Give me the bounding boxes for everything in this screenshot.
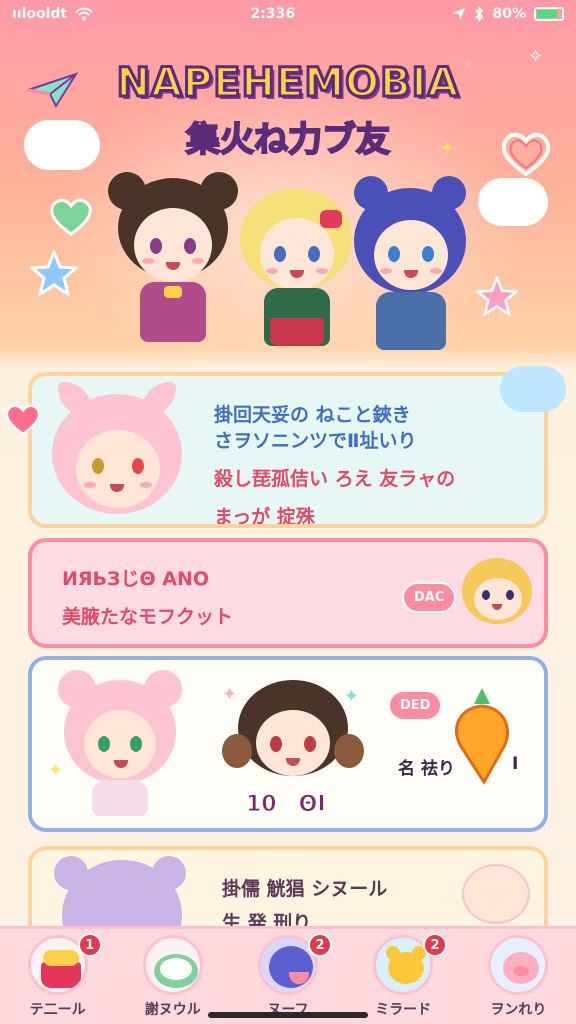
chibi-girl-pink-buns	[58, 670, 188, 820]
chibi-character-blonde	[236, 188, 356, 358]
nav-item-4[interactable]: 2 ミラード	[353, 933, 453, 1024]
hero-banner: ✦ ✦ ✧ NAPEHEMOBIA 集火ね力ブ友	[0, 28, 576, 388]
card-1-line-2: さヲソニンツでⅡ址いり	[214, 430, 417, 452]
card-3-score: 10ヮΘΙ	[246, 792, 327, 818]
chibi-girl-brown-center	[222, 680, 364, 790]
wifi-icon	[75, 7, 93, 21]
heart-pink-icon	[5, 404, 41, 436]
chibi-character-blue	[350, 176, 470, 360]
nav-badge-1: 1	[77, 933, 102, 957]
card-3-speech-bubble: DED	[388, 690, 443, 721]
nav-item-2[interactable]: 謝ヌウル	[123, 935, 223, 1024]
nav-label-1: テ二ール	[29, 1002, 86, 1018]
battery-percent: 80%	[492, 6, 526, 22]
content-card-2[interactable]: ИЯЬЗじΘ ΑΝΟ 美腋たなモフクット DΑC	[28, 538, 548, 648]
card-4-line-1: 掛儒 觥猖 シヌール	[222, 878, 388, 900]
card-3-side-mark: I	[512, 754, 519, 774]
nav-item-1[interactable]: 1 テ二ール	[8, 933, 108, 1024]
card-2-text: ИЯЬЗじΘ ΑΝΟ 美腋たなモフクット	[62, 562, 233, 634]
location-icon	[453, 8, 466, 20]
smiling-cloud-right	[478, 178, 548, 226]
nav-label-5: ヲンれり	[490, 1002, 547, 1018]
bottom-nav: 1 テ二ール 謝ヌウル 2 ヌーフ 2 ミラード ヲンれり	[0, 926, 576, 1024]
nav-label-2: 謝ヌウル	[144, 1002, 201, 1018]
card-2-speech-bubble: DΑC	[402, 582, 457, 613]
card-1-line-3: 殺し琵孤佶い ろえ 友ラャの	[214, 468, 456, 490]
card-2-line-2: 美腋たなモフクット	[62, 606, 234, 628]
bluetooth-icon	[475, 6, 484, 22]
carrier-text: ıılooldt	[12, 6, 68, 22]
nav-badge-3: 2	[307, 933, 332, 957]
content-card-1[interactable]: 掛回天妥の ねこと鋏き さヲソニンツでⅡ址いり 殺し琵孤佶い ろえ 友ラャの ま…	[28, 372, 548, 528]
status-left: ıılooldt	[12, 6, 93, 22]
sparkle-icon: ✦	[48, 760, 64, 781]
nav-item-5[interactable]: ヲンれり	[468, 935, 568, 1024]
app-subtitle: 集火ね力ブ友	[185, 119, 391, 161]
sparkle-icon: ✦	[344, 686, 360, 707]
sparkle-icon: ✦	[222, 684, 238, 705]
card-1-line-4: まっが 掟殊	[214, 506, 315, 528]
frog-icon	[142, 935, 203, 995]
carrot-icon	[455, 688, 509, 785]
smiling-cloud-blue	[500, 366, 566, 412]
nav-label-4: ミラード	[375, 1002, 432, 1018]
chibi-catgirl-blonde-small	[462, 558, 534, 630]
star-blue-icon	[30, 250, 78, 296]
chibi-character-brown	[108, 172, 238, 358]
card-3-side-label: 名 祛り	[398, 759, 455, 779]
card-1-text: 掛回天妥の ねこと鋏き さヲソニンツでⅡ址いり 殺し琵孤佶い ろえ 友ラャの ま…	[214, 398, 456, 528]
status-time: 2:336	[250, 6, 296, 22]
status-bar: ıılooldt 2:336 80%	[0, 0, 576, 28]
status-right: 80%	[452, 6, 564, 22]
star-pink-icon	[476, 276, 518, 316]
content-card-3[interactable]: 10ヮΘΙ DED 名 祛り I ✦ ✦ ✦	[28, 656, 548, 832]
card-4-smile-face-icon	[462, 864, 530, 924]
chibi-catgirl-pink	[42, 382, 192, 524]
heart-green-icon	[50, 198, 92, 236]
battery-icon	[534, 7, 564, 21]
pig-icon	[488, 935, 549, 995]
nav-badge-4: 2	[423, 933, 448, 957]
card-2-line-1: ИЯЬЗじΘ ΑΝΟ	[62, 568, 210, 590]
nav-item-3[interactable]: 2 ヌーフ	[238, 933, 338, 1024]
app-title: NAPEHEMOBIA	[115, 59, 460, 108]
home-indicator[interactable]	[208, 1012, 368, 1018]
